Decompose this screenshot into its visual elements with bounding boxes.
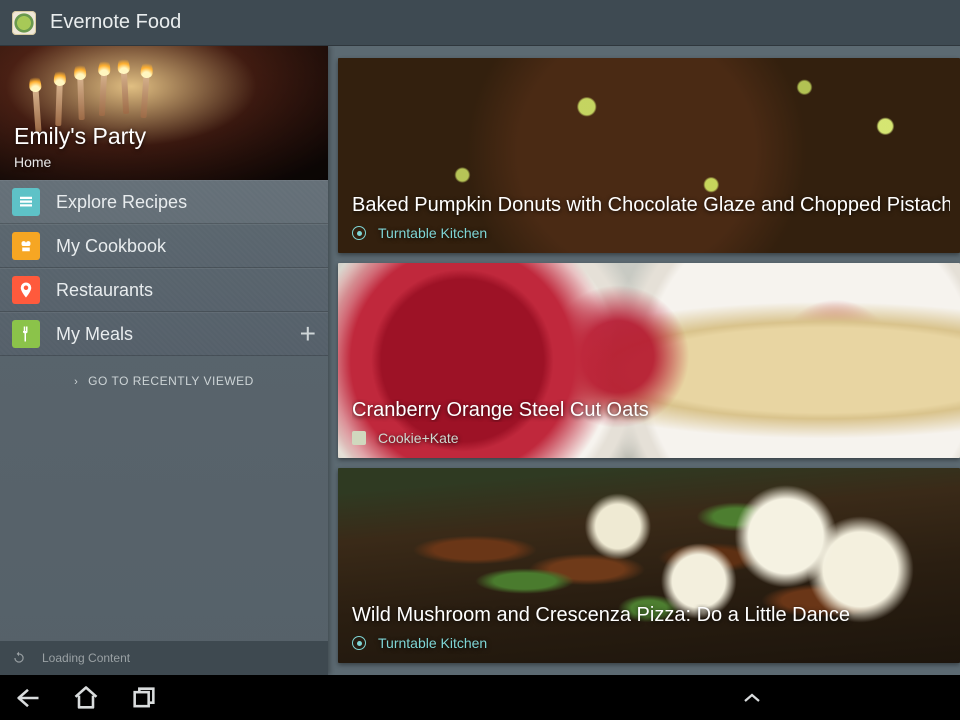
sidebar-item-explore-recipes[interactable]: Explore Recipes — [0, 180, 328, 224]
app-icon — [12, 11, 36, 35]
recipe-source[interactable]: Turntable Kitchen — [352, 635, 950, 651]
content-feed[interactable]: Baked Pumpkin Donuts with Chocolate Glaz… — [328, 46, 960, 675]
sidebar-nav: Explore Recipes My Cookbook Restaurants — [0, 180, 328, 356]
recipe-title: Cranberry Orange Steel Cut Oats — [352, 399, 950, 422]
sidebar-item-my-meals[interactable]: My Meals + — [0, 312, 328, 356]
recipe-source-label: Cookie+Kate — [378, 430, 459, 446]
recipe-source-label: Turntable Kitchen — [378, 635, 487, 651]
sidebar-item-label: My Meals — [56, 324, 133, 345]
record-icon — [352, 226, 366, 240]
recipe-source-label: Turntable Kitchen — [378, 225, 487, 241]
status-bar: Loading Content — [0, 641, 328, 675]
status-text: Loading Content — [42, 651, 130, 665]
back-button[interactable] — [14, 684, 42, 712]
recently-viewed-label: GO TO RECENTLY VIEWED — [88, 374, 254, 388]
home-button[interactable] — [72, 684, 100, 712]
recipe-title: Wild Mushroom and Crescenza Pizza: Do a … — [352, 604, 950, 627]
expand-icon[interactable] — [740, 686, 764, 710]
sidebar-item-my-cookbook[interactable]: My Cookbook — [0, 224, 328, 268]
sidebar-item-restaurants[interactable]: Restaurants — [0, 268, 328, 312]
sidebar-item-label: My Cookbook — [56, 236, 166, 257]
hero-banner[interactable]: Emily's Party Home — [0, 46, 328, 180]
refresh-icon — [12, 651, 26, 665]
app-title: Evernote Food — [50, 11, 181, 34]
chevron-right-icon: › — [74, 376, 78, 388]
android-nav-bar — [0, 675, 960, 720]
sidebar: Emily's Party Home Explore Recipes My Co… — [0, 46, 328, 675]
recipe-source[interactable]: Turntable Kitchen — [352, 225, 950, 241]
sidebar-item-label: Restaurants — [56, 280, 153, 301]
square-icon — [352, 431, 366, 445]
hero-title: Emily's Party — [14, 123, 146, 150]
chef-icon — [12, 232, 40, 260]
recipe-card[interactable]: Baked Pumpkin Donuts with Chocolate Glaz… — [338, 58, 960, 253]
recipe-card[interactable]: Wild Mushroom and Crescenza Pizza: Do a … — [338, 468, 960, 663]
sidebar-item-label: Explore Recipes — [56, 192, 187, 213]
app-body: Emily's Party Home Explore Recipes My Co… — [0, 46, 960, 675]
fork-icon — [12, 320, 40, 348]
list-icon — [12, 188, 40, 216]
recipe-source[interactable]: Cookie+Kate — [352, 430, 950, 446]
recently-viewed-link[interactable]: › GO TO RECENTLY VIEWED — [0, 356, 328, 406]
recipe-title: Baked Pumpkin Donuts with Chocolate Glaz… — [352, 194, 950, 217]
record-icon — [352, 636, 366, 650]
hero-subtitle: Home — [14, 154, 146, 170]
recipe-card[interactable]: Cranberry Orange Steel Cut Oats Cookie+K… — [338, 263, 960, 458]
add-meal-button[interactable]: + — [300, 318, 316, 350]
recent-apps-button[interactable] — [130, 684, 158, 712]
title-bar: Evernote Food — [0, 0, 960, 46]
app-window: Evernote Food Emily's Party Home — [0, 0, 960, 675]
pin-icon — [12, 276, 40, 304]
